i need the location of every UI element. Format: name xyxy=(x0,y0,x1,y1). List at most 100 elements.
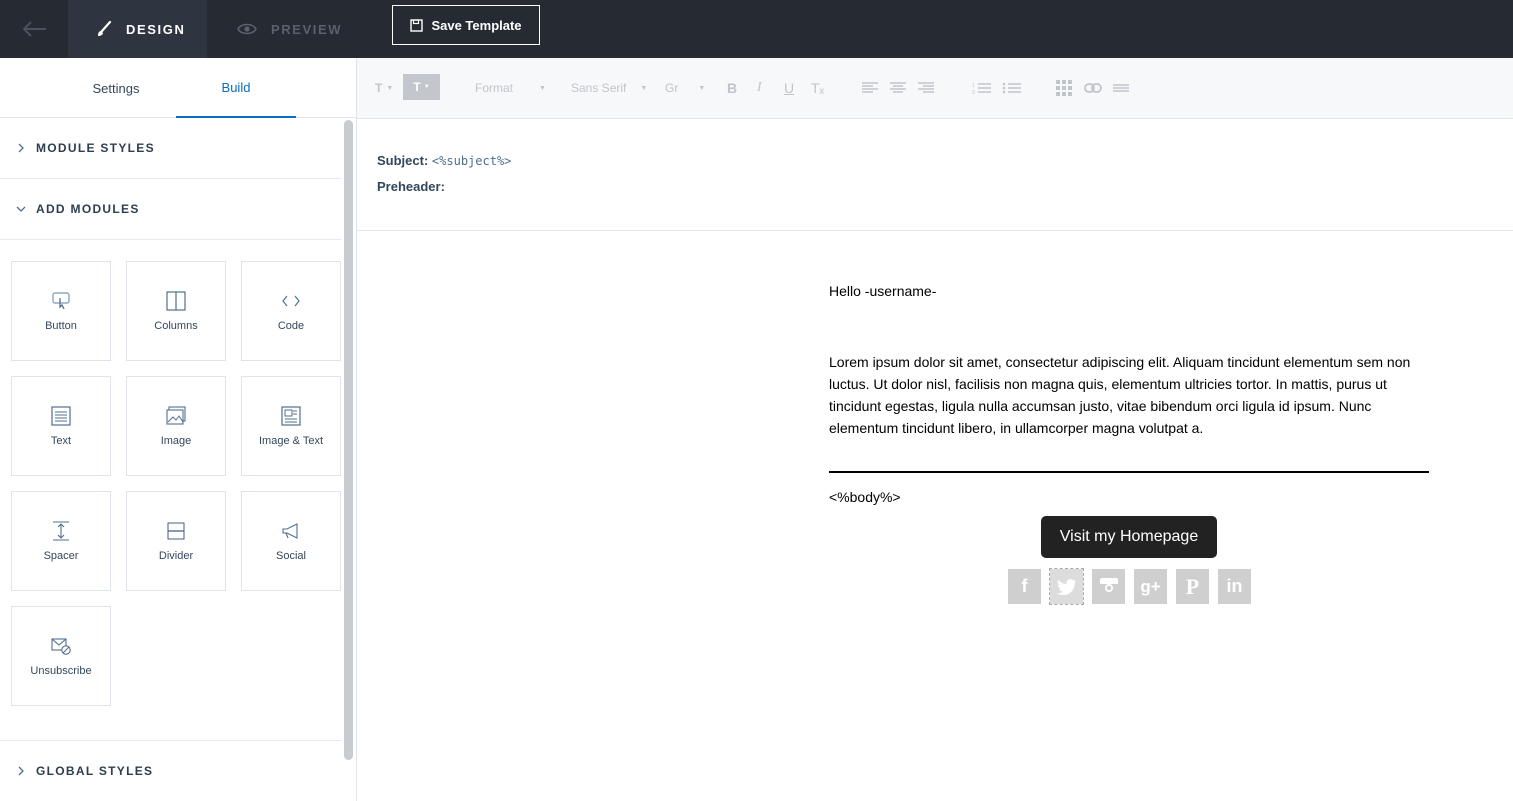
chevron-down-icon xyxy=(16,204,26,214)
social-linkedin[interactable]: in xyxy=(1218,569,1251,604)
panel-tabs: Settings Build xyxy=(0,58,356,118)
hand-pointer-icon xyxy=(52,292,70,310)
floppy-disk-icon xyxy=(410,18,424,32)
caret-down-icon: ▼ xyxy=(539,84,546,92)
rich-text-toolbar: T ▼ T ▼ Format ▼ Sans Serif ▼ Gr ▼ B I U… xyxy=(357,58,1513,119)
module-columns[interactable]: Columns xyxy=(126,261,226,361)
instagram-icon xyxy=(1099,577,1118,596)
module-unsubscribe[interactable]: Unsubscribe xyxy=(11,606,111,706)
grid-icon xyxy=(1056,80,1072,96)
body-token[interactable]: <%body%> xyxy=(829,489,901,505)
email-greeting[interactable]: Hello -username- xyxy=(829,283,936,299)
text-lines-icon xyxy=(51,406,71,426)
add-modules-section[interactable]: ADD MODULES xyxy=(0,179,341,240)
tab-settings[interactable]: Settings xyxy=(56,58,176,118)
save-template-button[interactable]: Save Template xyxy=(392,5,540,45)
module-text-label: Text xyxy=(50,435,72,447)
social-pinterest[interactable]: P xyxy=(1176,569,1209,604)
preheader-line[interactable]: Preheader: xyxy=(377,179,445,194)
link-button[interactable] xyxy=(1084,78,1102,98)
underline-icon: U xyxy=(784,80,795,96)
email-divider[interactable] xyxy=(829,471,1429,473)
back-button[interactable] xyxy=(0,0,68,58)
eye-icon xyxy=(237,23,257,35)
tab-design[interactable]: DESIGN xyxy=(68,0,207,58)
module-divider[interactable]: Divider xyxy=(126,491,226,591)
module-code[interactable]: Code xyxy=(241,261,341,361)
highlight-icon: T xyxy=(413,80,421,94)
module-image-text[interactable]: Image & Text xyxy=(241,376,341,476)
horizontal-rule-button[interactable] xyxy=(1112,78,1130,98)
font-size-label: Gr xyxy=(665,81,679,95)
horizontal-rule-icon xyxy=(1113,84,1129,92)
font-label: Sans Serif xyxy=(571,81,627,95)
twitter-icon xyxy=(1056,578,1076,595)
ordered-list-icon: 12 xyxy=(972,83,991,95)
top-bar: DESIGN PREVIEW Save Template xyxy=(0,0,1513,58)
linkedin-icon: in xyxy=(1226,576,1243,596)
tab-preview-label: PREVIEW xyxy=(271,21,343,37)
chevron-right-icon xyxy=(16,766,26,776)
module-social[interactable]: Social xyxy=(241,491,341,591)
email-body-text[interactable]: Lorem ipsum dolor sit amet, consectetur … xyxy=(829,351,1429,439)
left-panel: Settings Build MODULE STYLES ADD MODULES… xyxy=(0,58,357,801)
module-text[interactable]: Text xyxy=(11,376,111,476)
save-template-label: Save Template xyxy=(431,17,522,33)
module-button-label: Button xyxy=(45,320,77,332)
paintbrush-icon xyxy=(98,21,112,36)
subject-line[interactable]: Subject: <%subject%> xyxy=(377,153,511,168)
module-code-label: Code xyxy=(277,320,305,332)
table-button[interactable] xyxy=(1056,78,1072,98)
tab-build[interactable]: Build xyxy=(176,58,296,118)
text-color-dropdown[interactable]: T ▼ xyxy=(375,78,393,98)
clear-format-icon: Tₓ xyxy=(811,80,825,96)
unordered-list-icon xyxy=(1002,82,1021,94)
svg-text:2: 2 xyxy=(972,90,975,95)
unsubscribe-icon xyxy=(51,638,71,655)
subject-label: Subject: xyxy=(377,153,429,168)
social-google-plus[interactable]: g+ xyxy=(1134,569,1167,604)
module-styles-section[interactable]: MODULE STYLES xyxy=(0,118,341,179)
caret-down-icon: ▼ xyxy=(423,84,430,90)
highlight-color-button[interactable]: T ▼ xyxy=(403,74,440,100)
arrow-left-icon xyxy=(22,21,46,37)
align-center-icon xyxy=(890,82,906,93)
text-color-icon: T xyxy=(375,81,383,95)
font-size-dropdown[interactable]: Gr ▼ xyxy=(665,78,705,98)
align-left-button[interactable] xyxy=(861,78,879,98)
social-facebook[interactable]: f xyxy=(1008,569,1041,604)
module-image-text-label: Image & Text xyxy=(259,435,323,447)
align-left-icon xyxy=(862,82,878,93)
google-plus-icon: g+ xyxy=(1140,576,1161,596)
format-dropdown[interactable]: Format ▼ xyxy=(475,78,546,98)
unordered-list-button[interactable] xyxy=(1002,78,1022,98)
visit-homepage-button[interactable]: Visit my Homepage xyxy=(1041,516,1217,558)
font-dropdown[interactable]: Sans Serif ▼ xyxy=(571,78,647,98)
ordered-list-button[interactable]: 12 xyxy=(972,78,992,98)
svg-text:1: 1 xyxy=(972,83,975,89)
module-spacer[interactable]: Spacer xyxy=(11,491,111,591)
module-unsubscribe-label: Unsubscribe xyxy=(30,665,92,677)
caret-down-icon: ▼ xyxy=(698,84,706,92)
module-button[interactable]: Button xyxy=(11,261,111,361)
social-twitter[interactable] xyxy=(1049,568,1084,605)
megaphone-icon xyxy=(282,523,298,539)
align-center-button[interactable] xyxy=(889,78,907,98)
italic-button[interactable]: I xyxy=(757,78,762,98)
module-image[interactable]: Image xyxy=(126,376,226,476)
image-icon xyxy=(166,406,186,425)
panel-scrollbar[interactable] xyxy=(344,120,353,760)
bold-button[interactable]: B xyxy=(727,78,737,98)
tab-preview[interactable]: PREVIEW xyxy=(207,0,357,58)
global-styles-section[interactable]: GLOBAL STYLES xyxy=(0,740,341,801)
add-modules-label: ADD MODULES xyxy=(36,202,140,216)
clear-format-button[interactable]: Tₓ xyxy=(811,78,824,98)
link-icon xyxy=(1084,83,1102,93)
caret-down-icon: ▼ xyxy=(386,84,394,92)
social-instagram[interactable] xyxy=(1092,569,1125,604)
underline-button[interactable]: U xyxy=(784,78,794,98)
subject-value: <%subject%> xyxy=(431,154,512,168)
pinterest-icon: P xyxy=(1185,573,1200,599)
align-right-button[interactable] xyxy=(917,78,935,98)
italic-icon: I xyxy=(757,80,762,95)
